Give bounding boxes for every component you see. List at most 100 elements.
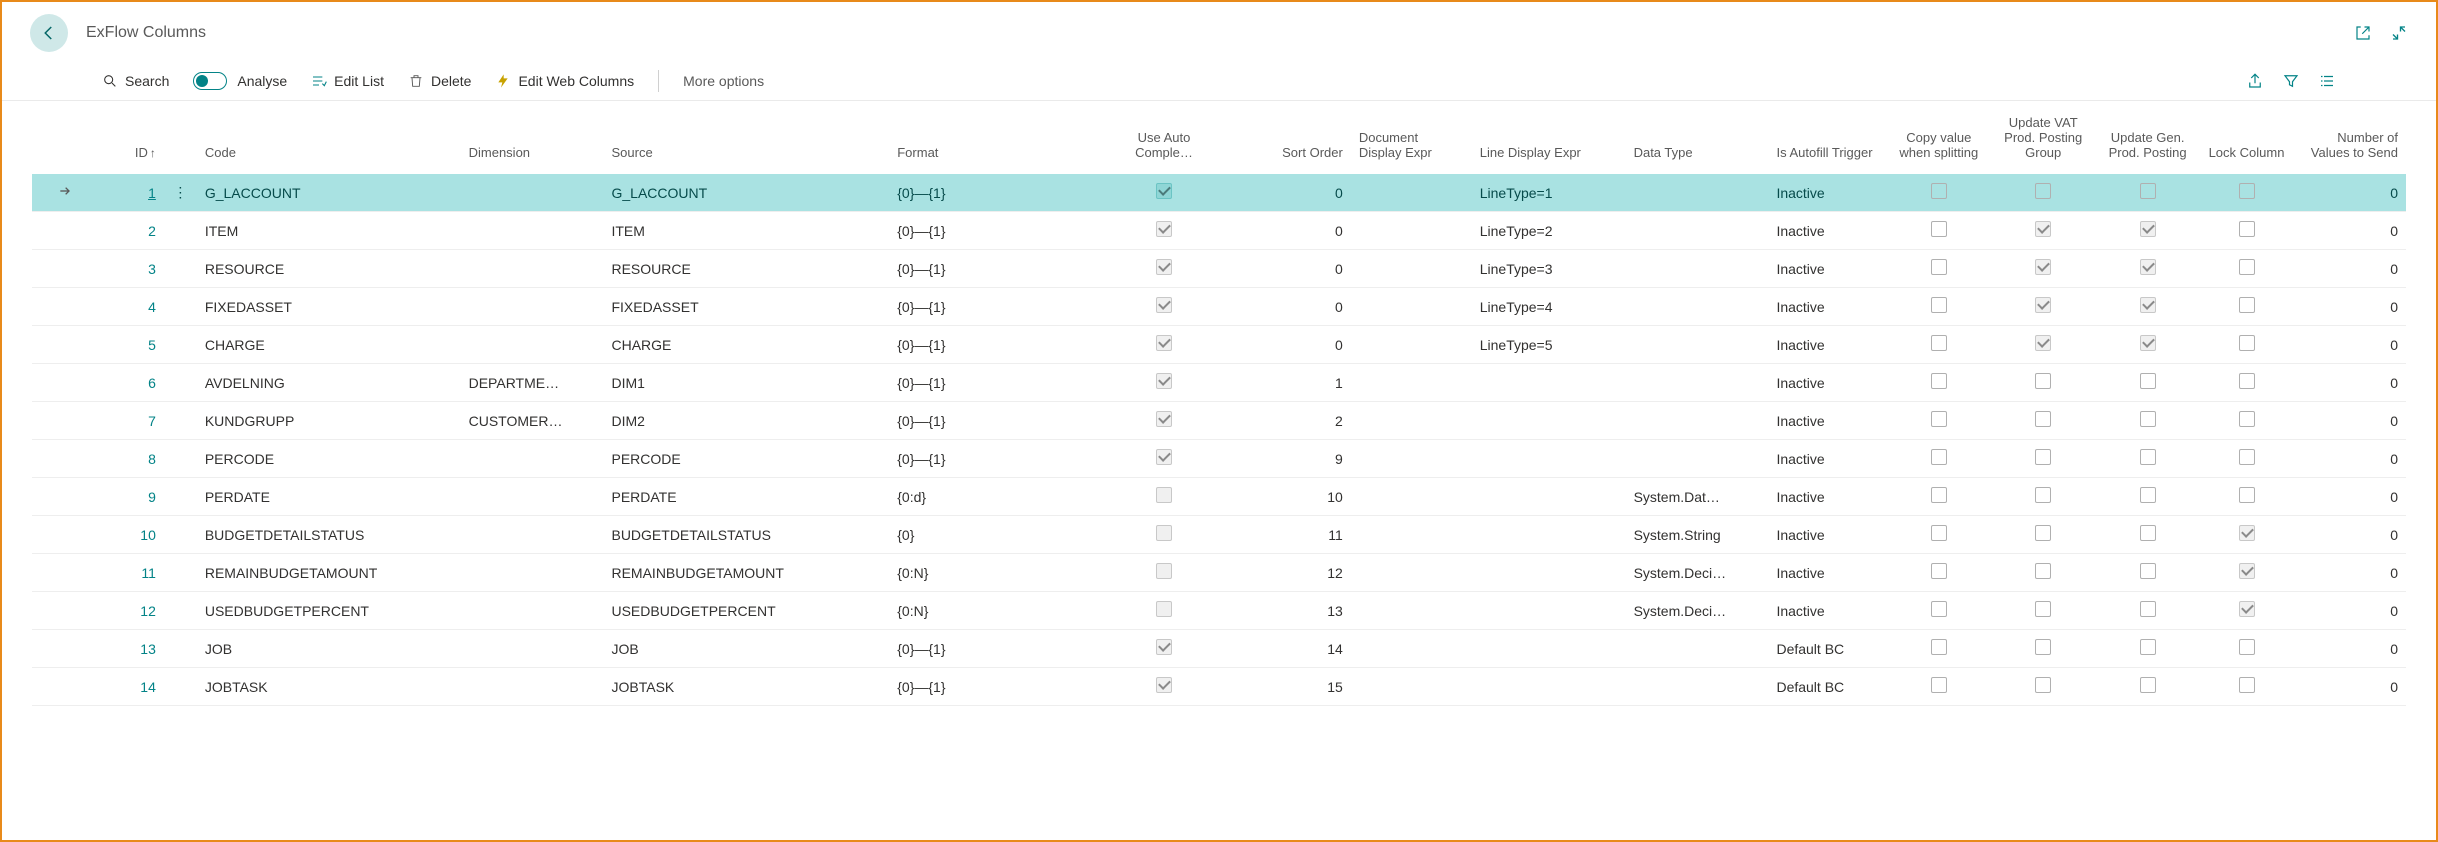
cell-autocomplete[interactable] <box>1109 554 1219 592</box>
cell-id[interactable]: 7 <box>98 402 164 440</box>
cell-copysplit[interactable] <box>1889 592 1988 630</box>
checkbox[interactable] <box>2140 563 2156 579</box>
cell-numvals[interactable]: 0 <box>2296 478 2406 516</box>
cell-numvals[interactable]: 0 <box>2296 440 2406 478</box>
checkbox[interactable] <box>1156 677 1172 693</box>
list-view-icon[interactable] <box>2318 72 2336 90</box>
cell-numvals[interactable]: 0 <box>2296 326 2406 364</box>
table-row[interactable]: 7 KUNDGRUPP CUSTOMER… DIM2 {0}—{1} 2 Ina… <box>32 402 2406 440</box>
checkbox[interactable] <box>2239 411 2255 427</box>
cell-autocomplete[interactable] <box>1109 174 1219 212</box>
row-menu-button[interactable] <box>164 288 197 326</box>
cell-code[interactable]: JOB <box>197 630 461 668</box>
row-menu-button[interactable] <box>164 402 197 440</box>
cell-datatype[interactable] <box>1626 326 1769 364</box>
checkbox[interactable] <box>1931 525 1947 541</box>
cell-numvals[interactable]: 0 <box>2296 592 2406 630</box>
cell-numvals[interactable]: 0 <box>2296 288 2406 326</box>
cell-format[interactable]: {0:N} <box>889 592 1109 630</box>
cell-source[interactable]: PERDATE <box>603 478 889 516</box>
search-button[interactable]: Search <box>102 73 169 89</box>
cell-lock[interactable] <box>2197 668 2296 706</box>
cell-source[interactable]: DIM1 <box>603 364 889 402</box>
checkbox[interactable] <box>2035 449 2051 465</box>
cell-format[interactable]: {0}—{1} <box>889 364 1109 402</box>
cell-docexpr[interactable] <box>1351 630 1472 668</box>
cell-format[interactable]: {0}—{1} <box>889 288 1109 326</box>
row-menu-button[interactable] <box>164 364 197 402</box>
checkbox[interactable] <box>2035 411 2051 427</box>
cell-sortorder[interactable]: 11 <box>1219 516 1351 554</box>
checkbox[interactable] <box>1156 601 1172 617</box>
cell-docexpr[interactable] <box>1351 478 1472 516</box>
cell-id[interactable]: 6 <box>98 364 164 402</box>
row-menu-button[interactable] <box>164 326 197 364</box>
row-menu-button[interactable] <box>164 478 197 516</box>
checkbox[interactable] <box>2140 373 2156 389</box>
cell-sortorder[interactable]: 1 <box>1219 364 1351 402</box>
col-sortorder[interactable]: Sort Order <box>1219 101 1351 174</box>
cell-updvat[interactable] <box>1988 364 2098 402</box>
cell-datatype[interactable] <box>1626 288 1769 326</box>
cell-updgen[interactable] <box>2098 554 2197 592</box>
table-row[interactable]: 8 PERCODE PERCODE {0}—{1} 9 Inactive 0 <box>32 440 2406 478</box>
cell-lock[interactable] <box>2197 326 2296 364</box>
cell-updvat[interactable] <box>1988 440 2098 478</box>
cell-lock[interactable] <box>2197 288 2296 326</box>
cell-datatype[interactable] <box>1626 440 1769 478</box>
cell-numvals[interactable]: 0 <box>2296 402 2406 440</box>
checkbox[interactable] <box>2239 373 2255 389</box>
cell-format[interactable]: {0:d} <box>889 478 1109 516</box>
cell-autocomplete[interactable] <box>1109 668 1219 706</box>
col-source[interactable]: Source <box>603 101 889 174</box>
cell-dimension[interactable] <box>461 592 604 630</box>
cell-lock[interactable] <box>2197 212 2296 250</box>
cell-docexpr[interactable] <box>1351 554 1472 592</box>
cell-code[interactable]: PERCODE <box>197 440 461 478</box>
checkbox[interactable] <box>2035 601 2051 617</box>
cell-updgen[interactable] <box>2098 440 2197 478</box>
cell-updvat[interactable] <box>1988 478 2098 516</box>
checkbox[interactable] <box>2239 525 2255 541</box>
cell-updvat[interactable] <box>1988 212 2098 250</box>
cell-datatype[interactable] <box>1626 174 1769 212</box>
edit-web-columns-button[interactable]: Edit Web Columns <box>495 73 634 89</box>
cell-copysplit[interactable] <box>1889 402 1988 440</box>
row-menu-button[interactable] <box>164 630 197 668</box>
cell-sortorder[interactable]: 0 <box>1219 326 1351 364</box>
filter-icon[interactable] <box>2282 72 2300 90</box>
cell-autocomplete[interactable] <box>1109 440 1219 478</box>
cell-code[interactable]: RESOURCE <box>197 250 461 288</box>
checkbox[interactable] <box>2035 183 2051 199</box>
checkbox[interactable] <box>2140 221 2156 237</box>
cell-dimension[interactable] <box>461 174 604 212</box>
cell-id[interactable]: 14 <box>98 668 164 706</box>
row-menu-button[interactable] <box>164 440 197 478</box>
cell-source[interactable]: RESOURCE <box>603 250 889 288</box>
cell-autocomplete[interactable] <box>1109 326 1219 364</box>
cell-id[interactable]: 4 <box>98 288 164 326</box>
cell-updgen[interactable] <box>2098 516 2197 554</box>
cell-id[interactable]: 13 <box>98 630 164 668</box>
edit-list-button[interactable]: Edit List <box>311 73 384 89</box>
checkbox[interactable] <box>1931 601 1947 617</box>
cell-sortorder[interactable]: 9 <box>1219 440 1351 478</box>
cell-dimension[interactable] <box>461 554 604 592</box>
cell-sortorder[interactable]: 15 <box>1219 668 1351 706</box>
cell-lineexpr[interactable] <box>1472 630 1626 668</box>
cell-code[interactable]: REMAINBUDGETAMOUNT <box>197 554 461 592</box>
checkbox[interactable] <box>1156 297 1172 313</box>
col-dimension[interactable]: Dimension <box>461 101 604 174</box>
cell-dimension[interactable]: CUSTOMER… <box>461 402 604 440</box>
cell-lineexpr[interactable]: LineType=4 <box>1472 288 1626 326</box>
cell-dimension[interactable] <box>461 212 604 250</box>
cell-dimension[interactable] <box>461 668 604 706</box>
cell-sortorder[interactable]: 12 <box>1219 554 1351 592</box>
checkbox[interactable] <box>2140 487 2156 503</box>
cell-autofill[interactable]: Inactive <box>1768 478 1889 516</box>
cell-format[interactable]: {0}—{1} <box>889 212 1109 250</box>
checkbox[interactable] <box>1156 335 1172 351</box>
checkbox[interactable] <box>1931 449 1947 465</box>
col-docexpr[interactable]: Document Display Expr <box>1351 101 1472 174</box>
cell-lock[interactable] <box>2197 554 2296 592</box>
